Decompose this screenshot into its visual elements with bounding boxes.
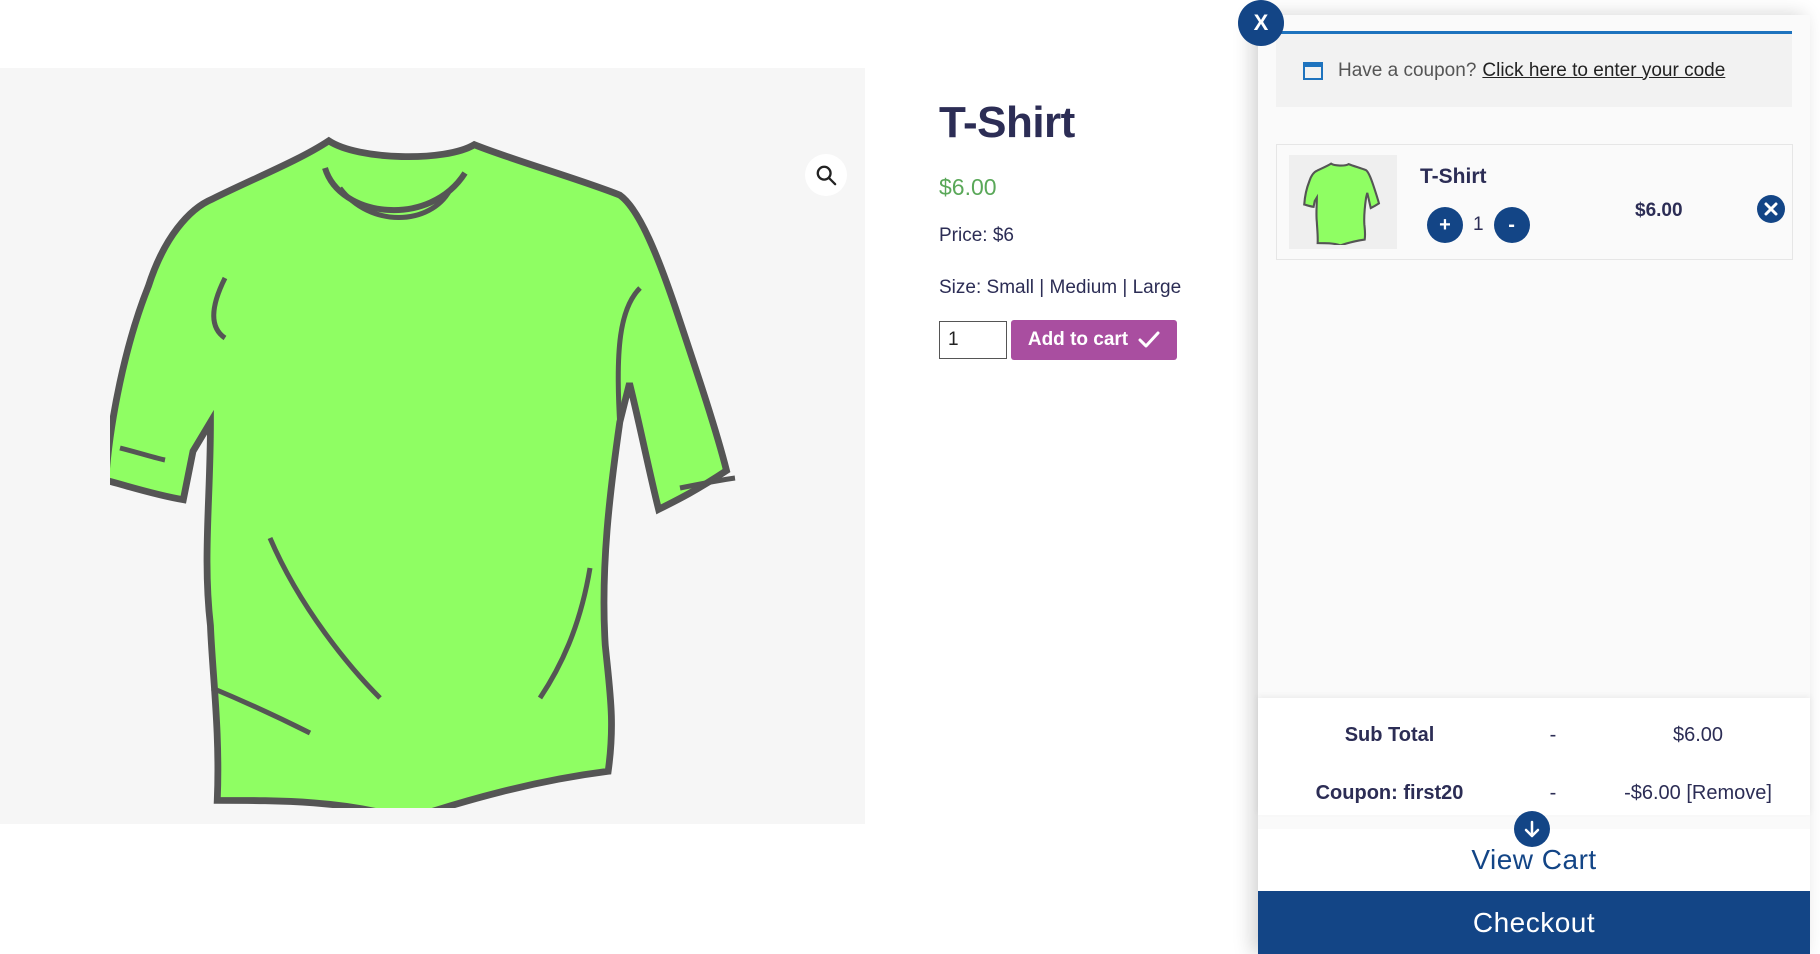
product-summary: T-Shirt $6.00 Price: $6 Size: Small | Me…	[939, 98, 1181, 299]
product-gallery	[0, 68, 865, 824]
calendar-icon	[1302, 60, 1324, 82]
cart-totals: Sub Total - $6.00 Coupon: first20 - -$6.…	[1258, 698, 1810, 815]
decrease-quantity-button[interactable]: -	[1493, 207, 1530, 243]
coupon-value[interactable]: -$6.00 [Remove]	[1598, 782, 1798, 805]
subtotal-value: $6.00	[1672, 724, 1724, 746]
coupon-question: Have a coupon?	[1338, 59, 1477, 81]
quantity-stepper: + 1 -	[1427, 207, 1530, 243]
cart-item: T-Shirt + 1 - $6.00	[1276, 144, 1793, 260]
close-cart-button[interactable]: X	[1238, 0, 1284, 46]
add-to-cart-button[interactable]: Add to cart	[1011, 320, 1177, 360]
product-title: T-Shirt	[939, 98, 1075, 147]
checkmark-icon	[1138, 331, 1160, 348]
add-to-cart-label: Add to cart	[1027, 329, 1129, 350]
product-image	[110, 136, 736, 808]
remove-item-button[interactable]	[1757, 195, 1785, 223]
product-price: $6.00	[939, 174, 997, 200]
increase-quantity-button[interactable]: +	[1427, 207, 1463, 243]
price-description: Price: $6	[939, 225, 1014, 246]
coupon-label: Coupon: first20	[1315, 782, 1464, 804]
cart-item-quantity: 1	[1473, 214, 1484, 235]
cart-item-thumbnail[interactable]	[1289, 155, 1397, 249]
cart-item-price: $6.00	[1635, 200, 1683, 221]
cart-item-name[interactable]: T-Shirt	[1420, 165, 1487, 189]
add-to-cart-form: Add to cart	[939, 320, 1177, 360]
zoom-button[interactable]	[805, 154, 847, 196]
side-cart-panel: Have a coupon? Click here to enter your …	[1258, 15, 1810, 954]
coupon-separator: -	[1549, 782, 1557, 804]
close-circle-icon	[1764, 202, 1778, 216]
subtotal-separator: -	[1549, 724, 1557, 746]
size-description: Size: Small | Medium | Large	[939, 277, 1182, 298]
search-icon	[816, 165, 837, 186]
enter-coupon-link[interactable]: Click here to enter your code	[1482, 60, 1725, 82]
arrow-down-icon	[1524, 820, 1540, 838]
subtotal-label: Sub Total	[1344, 724, 1435, 746]
scroll-down-button[interactable]	[1514, 811, 1550, 847]
coupon-notice: Have a coupon? Click here to enter your …	[1276, 31, 1792, 107]
quantity-input[interactable]	[939, 321, 1007, 359]
checkout-button[interactable]: Checkout	[1258, 891, 1810, 954]
